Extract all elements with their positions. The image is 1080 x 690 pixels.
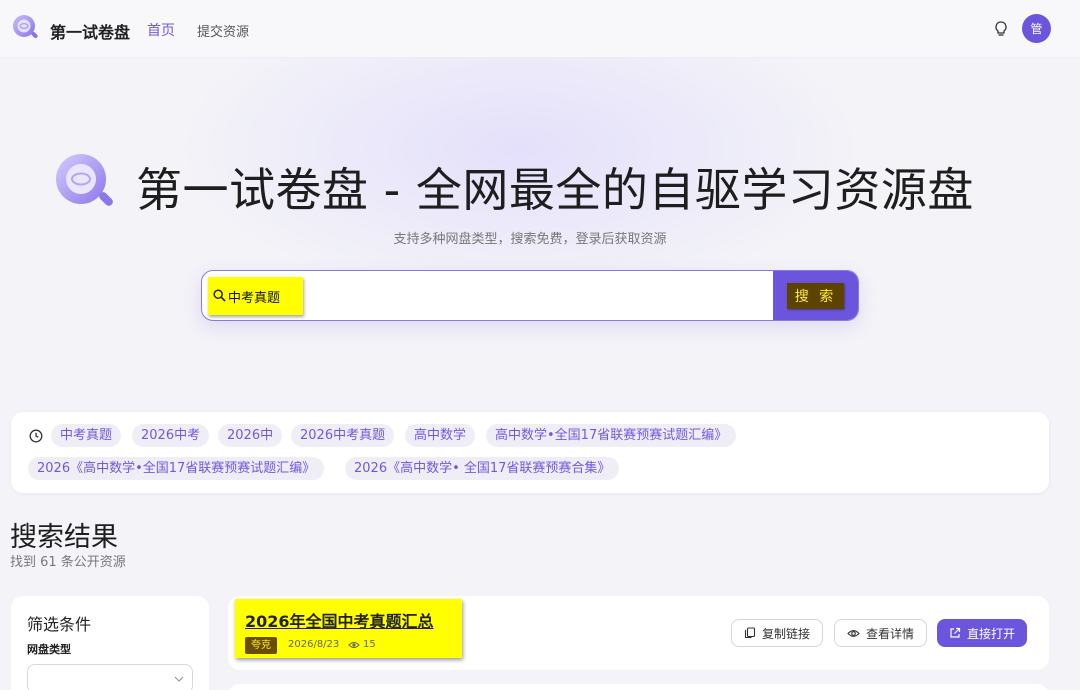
- results-title: 搜索结果: [10, 522, 118, 553]
- disk-type-badge: 夸克: [245, 637, 277, 654]
- history-chip[interactable]: 2026中考: [132, 424, 210, 447]
- user-avatar[interactable]: 管: [1022, 14, 1051, 43]
- disk-type-label: 网盘类型: [27, 643, 71, 656]
- result-title[interactable]: 2026年全国中考真题汇总: [245, 608, 434, 632]
- search-bar: 搜 索: [201, 270, 859, 321]
- hero-subtitle: 支持多种网盘类型，搜索免费，登录后获取资源: [393, 232, 667, 247]
- eye-icon: [847, 629, 860, 637]
- hero-title: 第一试卷盘 - 全网最全的自驱学习资源盘: [136, 163, 974, 217]
- history-chip[interactable]: 高中数学: [405, 424, 476, 447]
- view-details-button[interactable]: 查看详情: [834, 619, 928, 647]
- disk-type-select[interactable]: [27, 664, 193, 690]
- history-chip[interactable]: 中考真题: [51, 424, 122, 447]
- search-history-panel: 中考真题 2026中考 2026中 2026中考真题 高中数学 高中数学•全国1…: [11, 412, 1049, 493]
- result-views: 15: [363, 639, 376, 650]
- history-chip[interactable]: 2026《高中数学• 全国17省联赛预赛合集》: [345, 457, 620, 480]
- filter-panel: 筛选条件 网盘类型: [11, 596, 209, 690]
- history-chip[interactable]: 2026中考真题: [291, 424, 395, 447]
- logo-icon: [13, 15, 38, 39]
- history-chip[interactable]: 高中数学•全国17省联赛预赛试题汇编》: [486, 424, 737, 447]
- copy-icon: [744, 627, 756, 639]
- lightbulb-icon[interactable]: [993, 20, 1009, 38]
- search-input[interactable]: [228, 280, 768, 312]
- search-button-label: 搜 索: [786, 282, 845, 309]
- brand-name[interactable]: 第一试卷盘: [50, 19, 130, 43]
- nav-submit-resource[interactable]: 提交资源: [197, 21, 249, 40]
- result-card: 2026年全国中考真题汇总 夸克 2026/8/23 15 复制链接 查看详情 …: [228, 596, 1049, 670]
- copy-link-button[interactable]: 复制链接: [731, 619, 824, 647]
- top-header: 第一试卷盘 首页 提交资源 管: [0, 0, 1080, 58]
- results-count: 找到 61 条公开资源: [10, 555, 126, 570]
- chevron-down-icon: [174, 676, 184, 682]
- search-button[interactable]: 搜 索: [773, 271, 858, 320]
- external-link-icon: [950, 627, 961, 638]
- hero-logo-icon: [56, 154, 113, 206]
- search-icon: [213, 289, 226, 302]
- view-details-label: 查看详情: [866, 626, 915, 641]
- copy-link-label: 复制链接: [762, 626, 811, 641]
- filter-title: 筛选条件: [27, 615, 92, 634]
- open-directly-button[interactable]: 直接打开: [937, 619, 1028, 647]
- clock-icon: [29, 429, 43, 443]
- open-directly-label: 直接打开: [967, 626, 1016, 641]
- history-chip[interactable]: 2026中: [218, 424, 283, 447]
- result-date: 2026/8/23: [288, 639, 340, 650]
- result-card: [228, 684, 1049, 690]
- nav-home[interactable]: 首页: [147, 20, 175, 40]
- history-chip[interactable]: 2026《高中数学•全国17省联赛预赛试题汇编》: [28, 457, 325, 480]
- eye-icon: [348, 642, 360, 648]
